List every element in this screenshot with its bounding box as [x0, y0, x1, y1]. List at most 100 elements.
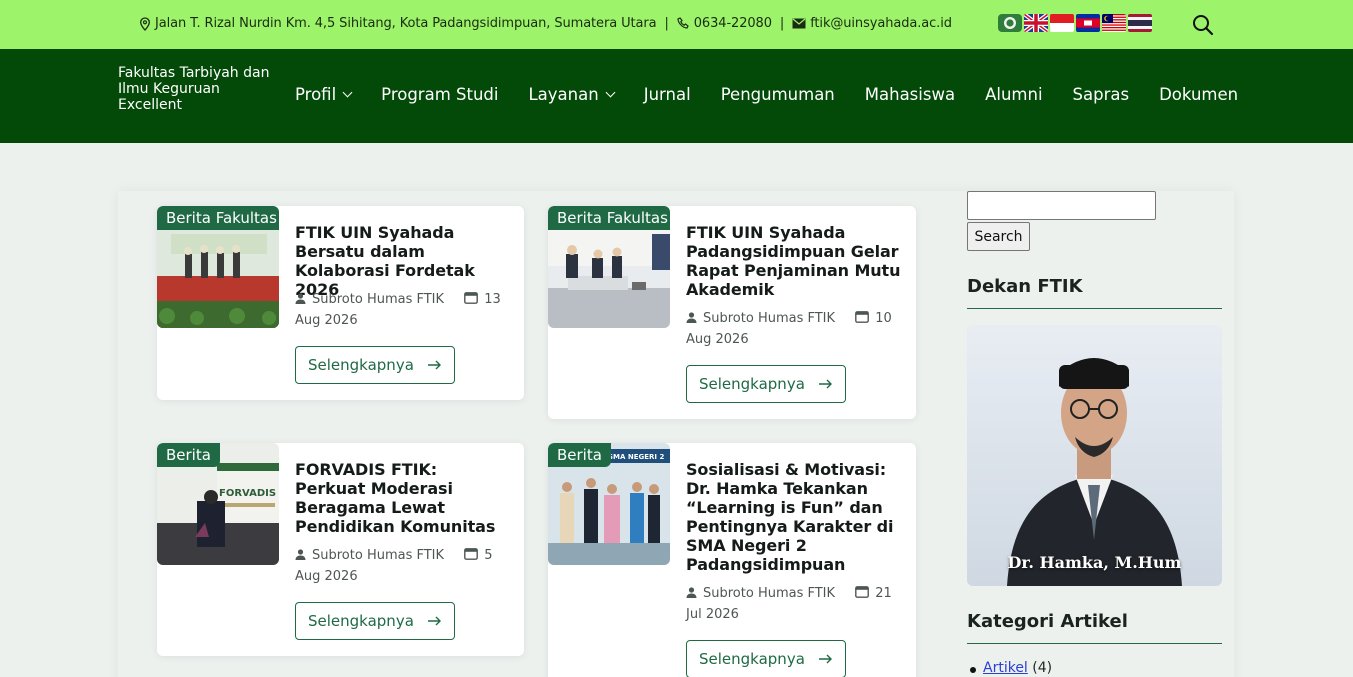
post-thumbnail[interactable]: SMA NEGERI 2 Berita: [548, 443, 670, 565]
nav-item-profil[interactable]: Profil: [295, 85, 353, 104]
map-pin-icon: [140, 16, 150, 31]
read-more-label: Selengkapnya: [699, 375, 805, 393]
nav-item-label: Jurnal: [643, 85, 691, 104]
post-author: Subroto Humas FTIK: [703, 311, 836, 326]
email-text[interactable]: ftik@uinsyahada.ac.id: [810, 16, 952, 31]
post-meta: Subroto Humas FTIK 21 Jul 2026: [686, 583, 901, 625]
post-meta: Subroto Humas FTIK 5 Aug 2026: [295, 545, 510, 587]
nav-item-sapras[interactable]: Sapras: [1073, 85, 1130, 104]
post-card: SMA NEGERI 2 Berita Sosialisasi & Motiva…: [548, 443, 916, 677]
nav-item-alumni[interactable]: Alumni: [985, 85, 1042, 104]
arrow-right-icon: [427, 360, 441, 370]
nav-item-label: Alumni: [985, 85, 1043, 104]
phone-icon: [677, 17, 689, 29]
brand-line: Ilmu Keguruan: [118, 81, 220, 97]
school-banner-text: SMA NEGERI 2: [608, 453, 664, 461]
contact-info: Jalan T. Rizal Nurdin Km. 4,5 Sihitang, …: [139, 16, 952, 31]
search-input[interactable]: [967, 191, 1156, 220]
phone-text[interactable]: 0634-22080: [694, 16, 772, 31]
dean-widget-title: Dekan FTIK: [967, 276, 1083, 297]
arrow-right-icon: [818, 654, 832, 664]
nav-item-pengumuman[interactable]: Pengumuman: [721, 85, 835, 104]
post-title[interactable]: FTIK UIN Syahada Bersatu dalam Kolaboras…: [295, 223, 510, 299]
flag-malaysia-icon[interactable]: [1102, 14, 1126, 32]
post-card: Berita Fakultas FTIK UIN Syahada Padangs…: [548, 206, 916, 419]
arrow-right-icon: [427, 616, 441, 626]
user-icon: [686, 312, 697, 323]
read-more-button[interactable]: Selengkapnya: [686, 640, 846, 677]
post-title[interactable]: Sosialisasi & Motivasi: Dr. Hamka Tekank…: [686, 460, 901, 574]
mail-icon: [792, 18, 806, 29]
post-thumbnail[interactable]: Berita Fakultas: [157, 206, 279, 328]
post-thumbnail[interactable]: Berita Fakultas: [548, 206, 670, 328]
calendar-icon: [855, 311, 870, 323]
search-icon[interactable]: [1192, 14, 1214, 36]
read-more-button[interactable]: Selengkapnya: [295, 602, 455, 640]
dean-portrait-image: [967, 325, 1222, 586]
nav-item-label: Mahasiswa: [864, 85, 956, 104]
calendar-icon: [464, 292, 479, 304]
dean-name: Dr. Hamka, M.Hum: [1007, 553, 1182, 572]
category-link[interactable]: Artikel: [983, 660, 1028, 676]
category-count: (4): [1032, 660, 1053, 676]
post-title[interactable]: FORVADIS FTIK: Perkuat Moderasi Beragama…: [295, 460, 510, 536]
post-thumbnail[interactable]: FORVADIS Berita: [157, 443, 279, 565]
nav-item-label: Pengumuman: [720, 85, 835, 104]
category-list-item: Artikel (4): [970, 660, 1053, 676]
address-text: Jalan T. Rizal Nurdin Km. 4,5 Sihitang, …: [155, 16, 657, 31]
nav-item-label: Program Studi: [381, 85, 499, 104]
calendar-icon: [464, 548, 479, 560]
nav-menu: Profil Program Studi Layanan Jurnal Peng…: [295, 85, 1268, 104]
post-card: FORVADIS Berita FORVADIS FTIK: Perkuat M…: [157, 443, 524, 656]
category-badge[interactable]: Berita Fakultas: [548, 206, 670, 230]
dean-photo: Dr. Hamka, M.Hum: [967, 325, 1222, 586]
search-button[interactable]: Search: [967, 222, 1030, 251]
post-author: Subroto Humas FTIK: [312, 548, 445, 563]
post-meta: Subroto Humas FTIK 10 Aug 2026: [686, 308, 901, 350]
read-more-button[interactable]: Selengkapnya: [686, 365, 846, 403]
read-more-label: Selengkapnya: [699, 650, 805, 668]
main-navbar: Fakultas Tarbiyah dan Ilmu Keguruan Exce…: [0, 49, 1353, 143]
nav-item-label: Dokumen: [1159, 85, 1239, 104]
read-more-label: Selengkapnya: [308, 356, 414, 374]
flag-institution-icon[interactable]: [998, 14, 1022, 32]
nav-item-label: Sapras: [1072, 85, 1130, 104]
arrow-right-icon: [818, 379, 832, 389]
post-card: Berita Fakultas FTIK UIN Syahada Bersatu…: [157, 206, 524, 400]
nav-item-program-studi[interactable]: Program Studi: [381, 85, 498, 104]
brand-tagline: Excellent: [118, 97, 182, 113]
user-icon: [295, 293, 306, 304]
read-more-label: Selengkapnya: [308, 612, 414, 630]
chevron-down-icon: [605, 87, 616, 97]
category-badge[interactable]: Berita: [157, 443, 220, 467]
post-meta: Subroto Humas FTIK 13 Aug 2026: [295, 289, 510, 331]
read-more-button[interactable]: Selengkapnya: [295, 346, 455, 384]
site-brand[interactable]: Fakultas Tarbiyah dan Ilmu Keguruan Exce…: [118, 65, 283, 113]
separator: |: [779, 16, 785, 31]
flag-uk-icon[interactable]: [1024, 14, 1048, 32]
nav-item-layanan[interactable]: Layanan: [528, 85, 616, 104]
nav-item-label: Profil: [295, 85, 337, 104]
brand-line: Fakultas Tarbiyah dan: [118, 65, 270, 81]
category-badge[interactable]: Berita: [548, 443, 611, 467]
flag-cambodia-icon[interactable]: [1076, 14, 1100, 32]
categories-widget-title: Kategori Artikel: [967, 611, 1128, 632]
top-contact-bar: Jalan T. Rizal Nurdin Km. 4,5 Sihitang, …: [0, 0, 1353, 49]
category-badge[interactable]: Berita Fakultas: [157, 206, 279, 230]
nav-item-jurnal[interactable]: Jurnal: [644, 85, 691, 104]
chevron-down-icon: [342, 87, 353, 97]
divider: [967, 643, 1222, 644]
user-icon: [686, 587, 697, 598]
separator: |: [664, 16, 669, 31]
flag-thailand-icon[interactable]: [1128, 14, 1152, 32]
calendar-icon: [855, 586, 870, 598]
nav-item-dokumen[interactable]: Dokumen: [1159, 85, 1238, 104]
nav-item-label: Layanan: [528, 85, 599, 104]
post-title[interactable]: FTIK UIN Syahada Padangsidimpuan Gelar R…: [686, 223, 901, 299]
flag-indonesia-icon[interactable]: [1050, 14, 1074, 32]
language-flags: [998, 14, 1152, 32]
divider: [967, 308, 1222, 309]
forvadis-banner-text: FORVADIS: [219, 488, 276, 499]
user-icon: [295, 549, 306, 560]
nav-item-mahasiswa[interactable]: Mahasiswa: [865, 85, 955, 104]
